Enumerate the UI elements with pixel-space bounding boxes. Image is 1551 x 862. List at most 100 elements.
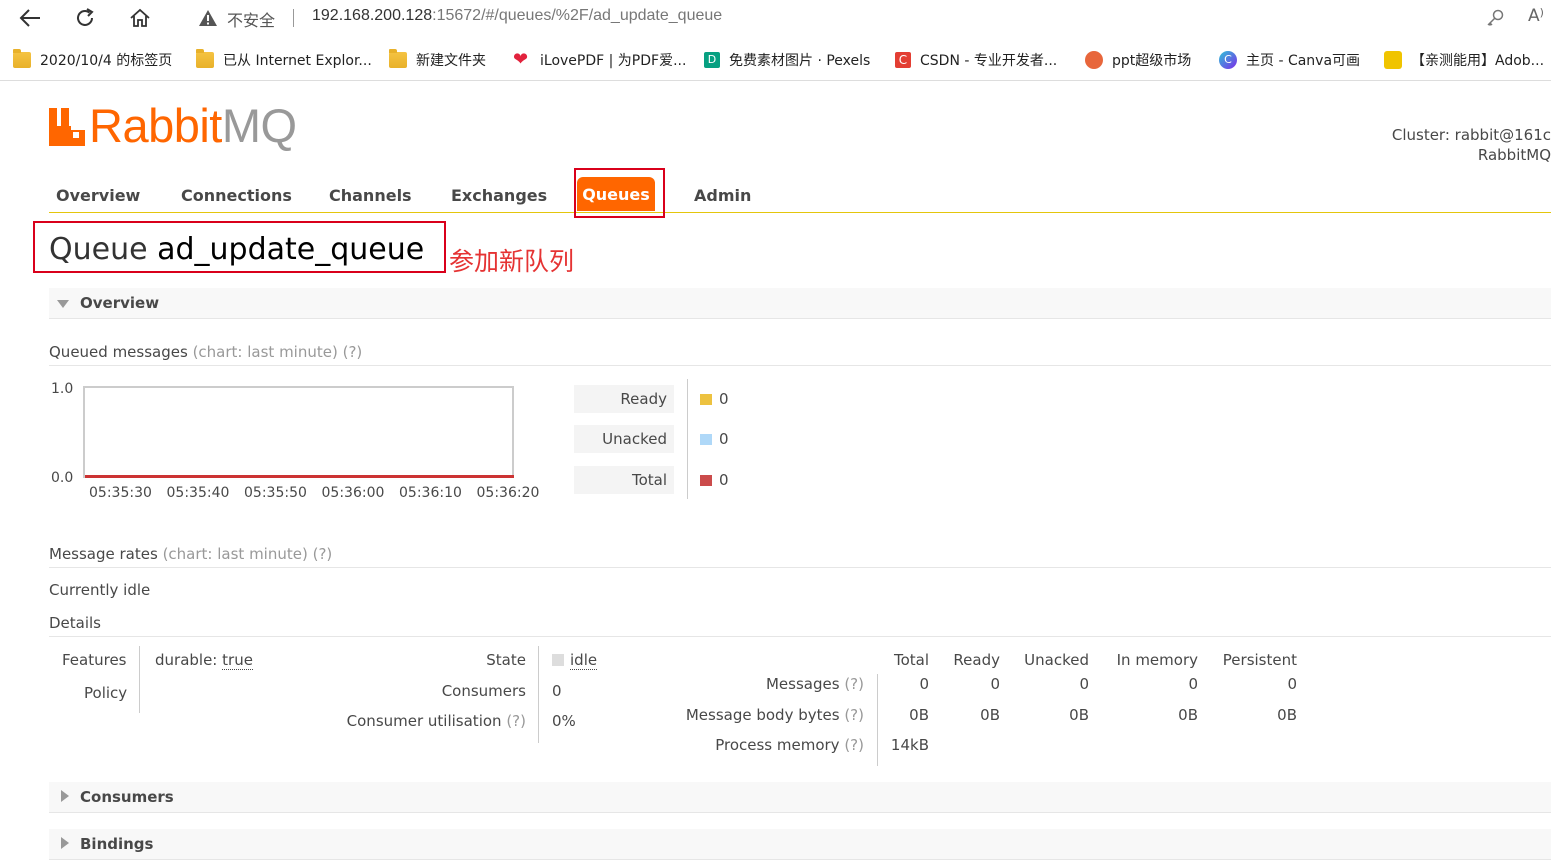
tab-connections[interactable]: Connections	[181, 186, 292, 205]
queued-messages-heading: Queued messages (chart: last minute) (?)	[49, 343, 1551, 366]
bookmark-item[interactable]: ppt超级市场	[1085, 50, 1191, 70]
x-tick: 05:35:40	[166, 485, 230, 501]
bookmark-item[interactable]: ❤ iLovePDF | 为PDF爱...	[513, 50, 686, 70]
url-text[interactable]: 192.168.200.128:15672/#/queues/%2F/ad_up…	[312, 7, 722, 25]
table-cell: 0	[990, 675, 1000, 693]
column-header-in-memory: In memory	[1116, 651, 1198, 669]
rates-label: Message rates	[49, 545, 158, 563]
y-tick: 1.0	[51, 381, 74, 397]
heart-icon: ❤	[513, 49, 529, 70]
x-tick: 05:35:50	[244, 485, 307, 501]
utilisation-value: 0%	[552, 712, 576, 730]
folder-icon	[196, 49, 214, 68]
divider	[877, 674, 878, 766]
table-cell: 0B	[1069, 706, 1089, 724]
legend-label-ready[interactable]: Ready	[574, 385, 674, 413]
refresh-icon[interactable]	[71, 6, 99, 30]
series-line-total	[85, 475, 514, 478]
ppt-icon	[1085, 51, 1103, 69]
bookmark-item[interactable]: 已从 Internet Explor...	[196, 49, 372, 70]
table-cell: 0	[919, 675, 929, 693]
security-label[interactable]: 不安全	[227, 7, 275, 31]
details-label: Details	[49, 614, 102, 632]
tab-overview[interactable]: Overview	[56, 186, 140, 205]
details-heading: Details	[49, 614, 1551, 637]
bookmark-item[interactable]: 新建文件夹	[389, 49, 486, 70]
queued-messages-chart	[83, 386, 514, 478]
bookmark-item[interactable]: 2020/10/4 的标签页	[13, 49, 172, 70]
bindings-section-header[interactable]: Bindings	[49, 829, 1551, 860]
table-cell: 0B	[980, 706, 1000, 724]
row-hint[interactable]: (?)	[844, 736, 864, 754]
cluster-info: Cluster: rabbit@161c	[1381, 125, 1551, 146]
legend-swatch-unacked	[700, 434, 712, 445]
legend-swatch-total	[700, 475, 712, 486]
rates-hint[interactable]: (chart: last minute) (?)	[163, 545, 333, 563]
row-label-process-memory: Process memory (?)	[620, 736, 864, 754]
expand-icon	[61, 790, 69, 802]
utilisation-label: Consumer utilisation (?)	[320, 712, 526, 730]
legend-label-unacked[interactable]: Unacked	[574, 425, 674, 453]
queued-label: Queued messages	[49, 343, 188, 361]
warning-icon[interactable]	[198, 9, 218, 31]
tab-exchanges[interactable]: Exchanges	[451, 186, 547, 205]
bookmark-label: iLovePDF | 为PDF爱...	[540, 53, 687, 69]
features-key: durable:	[155, 651, 218, 669]
durable-value: true	[222, 651, 253, 670]
state-swatch	[552, 654, 564, 666]
home-icon[interactable]	[126, 6, 154, 30]
rabbitmq-logo[interactable]: RabbitMQ	[48, 102, 297, 149]
column-header-persistent: Persistent	[1222, 651, 1297, 669]
message-rates-heading: Message rates (chart: last minute) (?)	[49, 545, 1551, 568]
collapse-icon	[57, 300, 69, 308]
idle-text: Currently idle	[49, 581, 151, 599]
bookmark-item[interactable]: C 主页 - Canva可画	[1219, 50, 1360, 70]
row-label-messages: Messages (?)	[620, 675, 864, 693]
consumers-value: 0	[552, 682, 562, 700]
bookmark-item[interactable]: D 免费素材图片 · Pexels	[704, 50, 870, 70]
back-icon[interactable]	[16, 6, 44, 30]
bookmark-label: 已从 Internet Explor...	[223, 53, 372, 69]
cluster-value: rabbit@161c	[1454, 126, 1551, 144]
cluster-subtitle: RabbitMQ	[1477, 146, 1551, 164]
cluster-label: Cluster:	[1391, 126, 1450, 144]
table-cell: 0	[1287, 675, 1297, 693]
tab-channels[interactable]: Channels	[329, 186, 412, 205]
table-cell: 0B	[1277, 706, 1297, 724]
row-label-body-bytes: Message body bytes (?)	[620, 706, 864, 724]
csdn-icon: C	[895, 52, 911, 68]
row-label-text: Messages	[765, 675, 840, 693]
highlight-box-title	[33, 221, 446, 273]
divider	[538, 646, 539, 743]
key-icon[interactable]	[1485, 8, 1505, 32]
util-hint[interactable]: (?)	[506, 712, 526, 730]
bookmark-item[interactable]: C CSDN - 专业开发者...	[895, 50, 1057, 70]
url-path: :15672/#/queues/%2F/ad_update_queue	[432, 7, 723, 24]
consumers-label: Consumers	[441, 682, 526, 700]
bookmark-item[interactable]: 【亲测能用】Adob...	[1384, 50, 1544, 70]
url-host: 192.168.200.128	[312, 7, 433, 24]
x-tick: 05:36:00	[321, 485, 385, 501]
consumers-section-header[interactable]: Consumers	[49, 782, 1551, 813]
section-label: Overview	[80, 294, 160, 312]
overview-section-header[interactable]: Overview	[49, 288, 1551, 319]
y-tick: 0.0	[51, 470, 74, 486]
tab-admin[interactable]: Admin	[694, 186, 751, 205]
legend-value-unacked: 0	[719, 430, 729, 448]
canva-icon: C	[1219, 51, 1237, 69]
adobe-icon	[1384, 51, 1402, 69]
read-aloud-icon[interactable]: A)	[1528, 6, 1544, 26]
legend-value-ready: 0	[719, 390, 729, 408]
features-label: Features	[62, 651, 127, 669]
chart-x-axis: 05:35:30 05:35:40 05:35:50 05:36:00 05:3…	[89, 485, 554, 501]
legend-label-total[interactable]: Total	[574, 466, 674, 494]
bookmark-label: 【亲测能用】Adob...	[1411, 53, 1545, 69]
expand-icon	[61, 837, 69, 849]
queued-hint[interactable]: (chart: last minute) (?)	[193, 343, 363, 361]
util-label-text: Consumer utilisation	[346, 712, 502, 730]
bookmark-label: CSDN - 专业开发者...	[920, 53, 1058, 69]
section-label: Consumers	[80, 788, 174, 806]
row-hint[interactable]: (?)	[844, 675, 864, 693]
row-label-text: Process memory	[715, 736, 840, 754]
row-hint[interactable]: (?)	[844, 706, 864, 724]
